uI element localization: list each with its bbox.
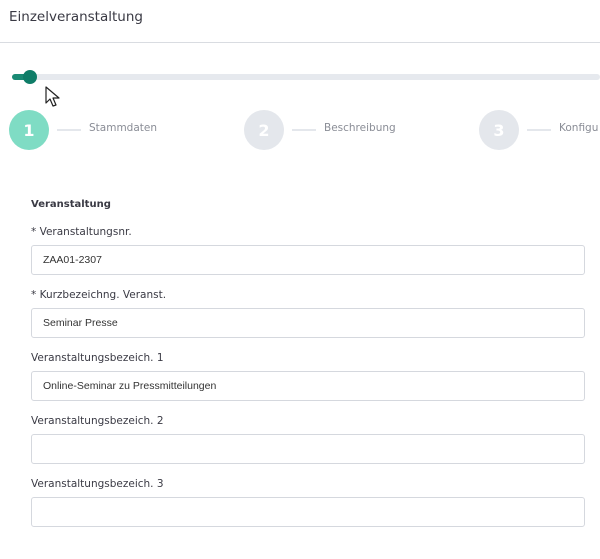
page-title: Einzelveranstaltung [9, 9, 143, 25]
progress-handle[interactable] [22, 70, 37, 84]
step-connector [292, 129, 316, 131]
step-label: Konfigu [559, 122, 599, 134]
step-label: Beschreibung [324, 122, 396, 134]
bezeichnung-3-label: Veranstaltungsbezeich. 3 [31, 478, 164, 490]
section-title: Veranstaltung [31, 199, 111, 210]
bezeichnung-1-input[interactable] [31, 371, 585, 401]
veranstaltungsnr-label: * Veranstaltungsnr. [31, 226, 132, 238]
step-number: 2 [244, 110, 284, 150]
kurzbezeichnung-label: * Kurzbezeichng. Veranst. [31, 289, 167, 301]
progress-track [12, 70, 600, 84]
bezeichnung-2-input[interactable] [31, 434, 585, 464]
step-number: 1 [9, 110, 49, 150]
page-header: Einzelveranstaltung [0, 0, 600, 43]
kurzbezeichnung-input[interactable] [31, 308, 585, 338]
step-connector [57, 129, 81, 131]
step-label: Stammdaten [89, 122, 158, 134]
step-connector [527, 129, 551, 131]
step-number: 3 [479, 110, 519, 150]
veranstaltungsnr-input[interactable] [31, 245, 585, 275]
mouse-cursor-icon [45, 86, 60, 107]
bezeichnung-2-label: Veranstaltungsbezeich. 2 [31, 415, 164, 427]
bezeichnung-1-label: Veranstaltungsbezeich. 1 [31, 352, 164, 364]
bezeichnung-3-input[interactable] [31, 497, 585, 527]
